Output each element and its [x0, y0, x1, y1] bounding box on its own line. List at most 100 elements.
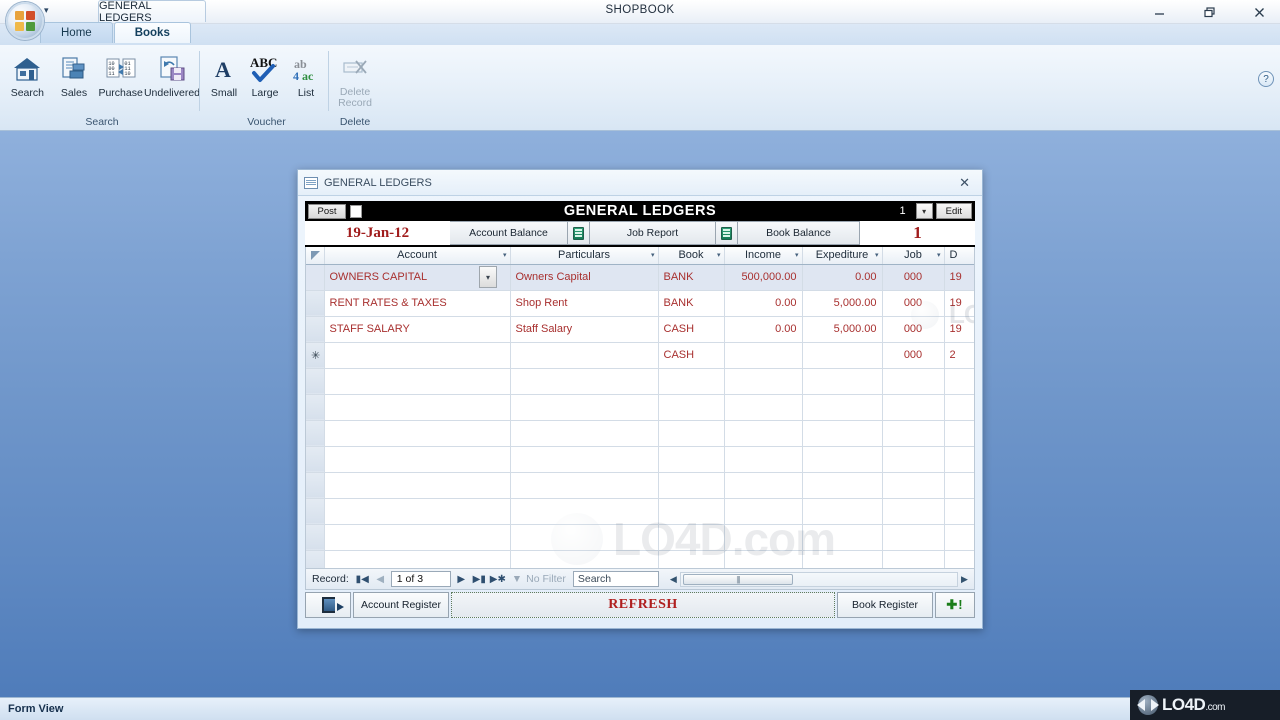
filter-status[interactable]: ▼ No Filter [508, 573, 570, 585]
horizontal-scrollbar[interactable]: ◀ ||| ▶ [667, 571, 971, 588]
book-register-button[interactable]: Book Register [837, 592, 933, 618]
ribbon-button-undelivered[interactable]: Undelivered [144, 47, 200, 109]
cell-book[interactable]: BANK [658, 264, 725, 291]
job-report-calculator-icon[interactable] [716, 221, 738, 245]
row-selector[interactable] [306, 316, 325, 343]
close-icon[interactable] [1244, 2, 1274, 22]
table-row-new[interactable]: ✳ CASH 000 2 [306, 342, 974, 369]
column-header-income[interactable]: Income ▾ [724, 247, 803, 265]
previous-record-icon[interactable]: ◀ [373, 574, 388, 585]
column-header-particulars[interactable]: Particulars ▾ [510, 247, 659, 265]
last-record-icon[interactable]: ▶▮ [472, 574, 487, 585]
cell-job[interactable]: 000 [882, 264, 945, 291]
account-balance-button[interactable]: Account Balance [450, 221, 568, 245]
help-label: ? [1263, 73, 1269, 85]
select-all-corner[interactable] [306, 247, 325, 265]
ledger-datasheet[interactable]: LO4D.com LO4D.com [305, 247, 975, 569]
cell-account[interactable]: STAFF SALARY [324, 316, 511, 343]
sort-arrow-icon[interactable]: ▾ [651, 251, 655, 259]
ribbon-button-sales[interactable]: Sales [51, 47, 98, 109]
table-row[interactable]: RENT RATES & TAXES Shop Rent BANK 0.00 5… [306, 290, 974, 317]
row-selector[interactable] [306, 290, 325, 317]
scrollbar-thumb[interactable]: ||| [682, 573, 793, 585]
cell-expediture[interactable]: 0.00 [802, 264, 883, 291]
row-selector[interactable] [306, 264, 325, 291]
ribbon-button-large[interactable]: ABC Large [244, 47, 286, 109]
cell-particulars[interactable] [510, 342, 659, 369]
application-window: SHOPBOOK ▾ GENERAL LEDGERS Home Books Se… [0, 0, 1280, 720]
new-record-marker[interactable]: ✳ [306, 342, 325, 369]
cell-date[interactable]: 19 [944, 264, 974, 291]
voucher-date-field[interactable]: 19-Jan-12 [305, 221, 450, 245]
refresh-button[interactable]: REFRESH [451, 592, 835, 618]
first-record-icon[interactable]: ▮◀ [355, 574, 370, 585]
cell-particulars[interactable]: Staff Salary [510, 316, 659, 343]
account-balance-calculator-icon[interactable] [568, 221, 590, 245]
cell-income[interactable]: 500,000.00 [724, 264, 803, 291]
job-report-button[interactable]: Job Report [590, 221, 716, 245]
scroll-right-icon[interactable]: ▶ [958, 574, 971, 585]
post-chevron-down-icon[interactable]: ▾ [915, 203, 933, 219]
minimize-icon[interactable] [1144, 2, 1174, 22]
scrollbar-track[interactable]: ||| [679, 571, 958, 587]
account-cell-chevron-down-icon[interactable]: ▾ [479, 266, 497, 288]
cell-book[interactable]: CASH [658, 316, 725, 343]
ribbon-button-search[interactable]: Search [4, 47, 51, 109]
office-orb-button[interactable] [6, 2, 44, 40]
ribbon-button-list[interactable]: ab 4 ac List [286, 47, 326, 109]
sort-arrow-icon[interactable]: ▾ [795, 251, 799, 259]
account-register-button[interactable]: Account Register [353, 592, 449, 618]
edit-button[interactable]: Edit [935, 203, 972, 219]
voucher-number-field[interactable]: 1 [860, 221, 975, 245]
cell-income[interactable] [724, 342, 803, 369]
cell-expediture[interactable] [802, 342, 883, 369]
help-icon[interactable]: ? [1258, 71, 1274, 87]
next-record-icon[interactable]: ▶ [454, 574, 469, 585]
cell-particulars[interactable]: Shop Rent [510, 290, 659, 317]
cell-book[interactable]: BANK [658, 290, 725, 317]
add-record-button[interactable]: ✚! [935, 592, 975, 618]
cell-job[interactable]: 000 [882, 290, 945, 317]
column-header-book[interactable]: Book ▾ [658, 247, 725, 265]
sort-arrow-icon[interactable]: ▾ [875, 251, 879, 259]
document-tab-general-ledgers[interactable]: GENERAL LEDGERS [98, 0, 206, 24]
scroll-left-icon[interactable]: ◀ [667, 574, 680, 585]
cell-expediture[interactable]: 5,000.00 [802, 290, 883, 317]
restore-icon[interactable] [1194, 2, 1224, 22]
ribbon-button-small[interactable]: A Small [204, 47, 244, 109]
cell-account[interactable]: RENT RATES & TAXES [324, 290, 511, 317]
ribbon-button-purchase[interactable]: 10 00 11 01 11 10 Purchase [97, 47, 144, 109]
cell-particulars[interactable]: Owners Capital [510, 264, 659, 291]
cell-income[interactable]: 0.00 [724, 316, 803, 343]
cell-book[interactable]: CASH [658, 342, 725, 369]
column-header-job[interactable]: Job ▾ [882, 247, 945, 265]
ribbon-group-delete: Delete Record Delete [331, 47, 379, 129]
exit-button[interactable] [305, 592, 351, 618]
ribbon-button-delete-record[interactable]: Delete Record [331, 47, 379, 109]
sort-arrow-icon[interactable]: ▾ [937, 251, 941, 259]
tab-home[interactable]: Home [40, 22, 113, 43]
search-input[interactable]: Search [572, 571, 659, 587]
column-header-date[interactable]: D [944, 247, 974, 265]
sort-arrow-icon[interactable]: ▾ [717, 251, 721, 259]
column-header-account[interactable]: Account ▾ [324, 247, 511, 265]
record-position-input[interactable]: 1 of 3 [390, 571, 451, 587]
cell-date[interactable]: 19 [944, 290, 974, 317]
new-record-icon[interactable]: ▶✱ [490, 574, 506, 585]
cell-job[interactable]: 000 [882, 316, 945, 343]
cell-date[interactable]: 19 [944, 316, 974, 343]
cell-job[interactable]: 000 [882, 342, 945, 369]
sort-arrow-icon[interactable]: ▾ [503, 251, 507, 259]
table-row[interactable]: OWNERS CAPITAL Owners Capital BANK 500,0… [306, 264, 974, 291]
tab-books[interactable]: Books [113, 22, 191, 43]
book-balance-button[interactable]: Book Balance [738, 221, 860, 245]
cell-expediture[interactable]: 5,000.00 [802, 316, 883, 343]
table-row[interactable]: STAFF SALARY Staff Salary CASH 0.00 5,00… [306, 316, 974, 343]
svg-text:10: 10 [124, 71, 130, 77]
quick-access-chevron-down-icon[interactable]: ▾ [44, 5, 49, 16]
cell-account[interactable] [324, 342, 511, 369]
cell-date[interactable]: 2 [944, 342, 974, 369]
column-header-expediture[interactable]: Expediture ▾ [802, 247, 883, 265]
cell-income[interactable]: 0.00 [724, 290, 803, 317]
form-close-icon[interactable]: ✕ [953, 175, 976, 191]
